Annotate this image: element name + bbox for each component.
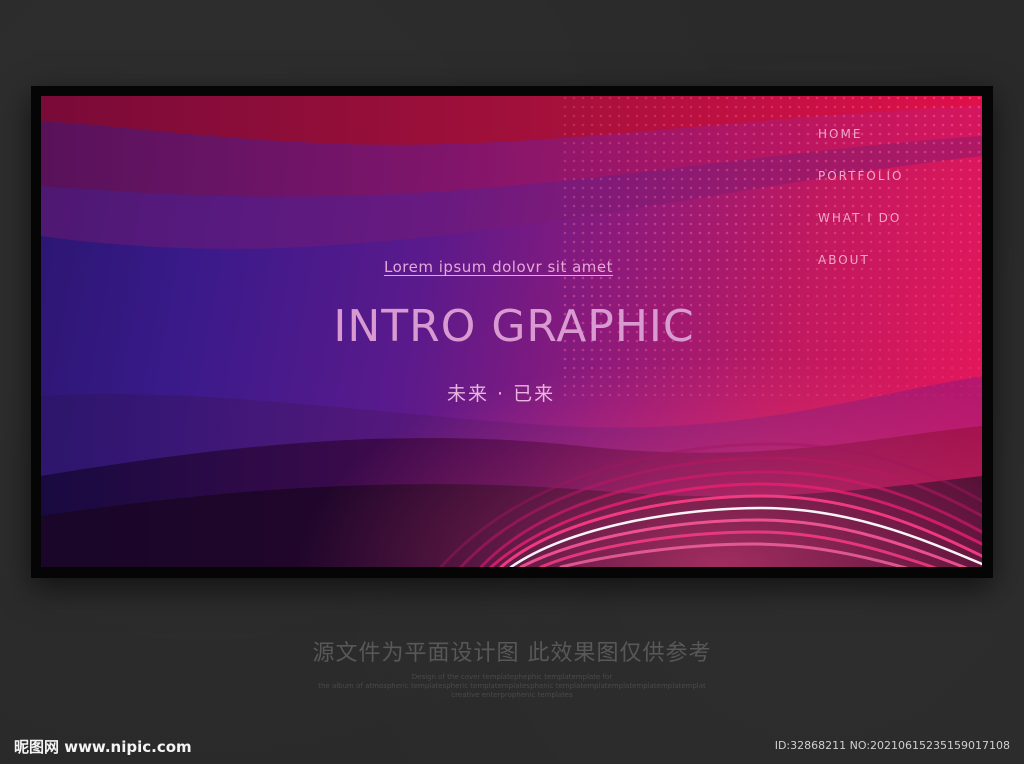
image-id-watermark: ID:32868211 NO:20210615235159017108 bbox=[774, 739, 1010, 752]
banner-frame: HOME PORTFOLIO WHAT I DO ABOUT Lorem ips… bbox=[31, 86, 993, 578]
hero-subtitle: 未来 · 已来 bbox=[447, 383, 556, 405]
fine-print-line: Design of the cover templatephephic temp… bbox=[411, 673, 613, 681]
footer-fine-print: Design of the cover templatephephic temp… bbox=[0, 673, 1024, 700]
hero-tagline-link[interactable]: Lorem ipsum dolovr sit amet bbox=[384, 258, 613, 276]
main-nav: HOME PORTFOLIO WHAT I DO ABOUT bbox=[818, 126, 904, 268]
fine-print-line: the album of atmospheric templatespheric… bbox=[318, 682, 706, 690]
footer-caption: 源文件为平面设计图 此效果图仅供参考 bbox=[312, 641, 712, 666]
hero-banner: HOME PORTFOLIO WHAT I DO ABOUT Lorem ips… bbox=[41, 96, 982, 567]
site-watermark: 昵图网 www.nipic.com bbox=[14, 738, 192, 756]
nav-item-home[interactable]: HOME bbox=[818, 126, 904, 142]
hero-title: INTRO GRAPHIC bbox=[333, 301, 695, 352]
nav-item-portfolio[interactable]: PORTFOLIO bbox=[818, 168, 904, 184]
fine-print-line: creative enterprophenic templates bbox=[451, 691, 573, 699]
nav-item-about[interactable]: ABOUT bbox=[818, 252, 904, 268]
nav-item-what-i-do[interactable]: WHAT I DO bbox=[818, 210, 904, 226]
